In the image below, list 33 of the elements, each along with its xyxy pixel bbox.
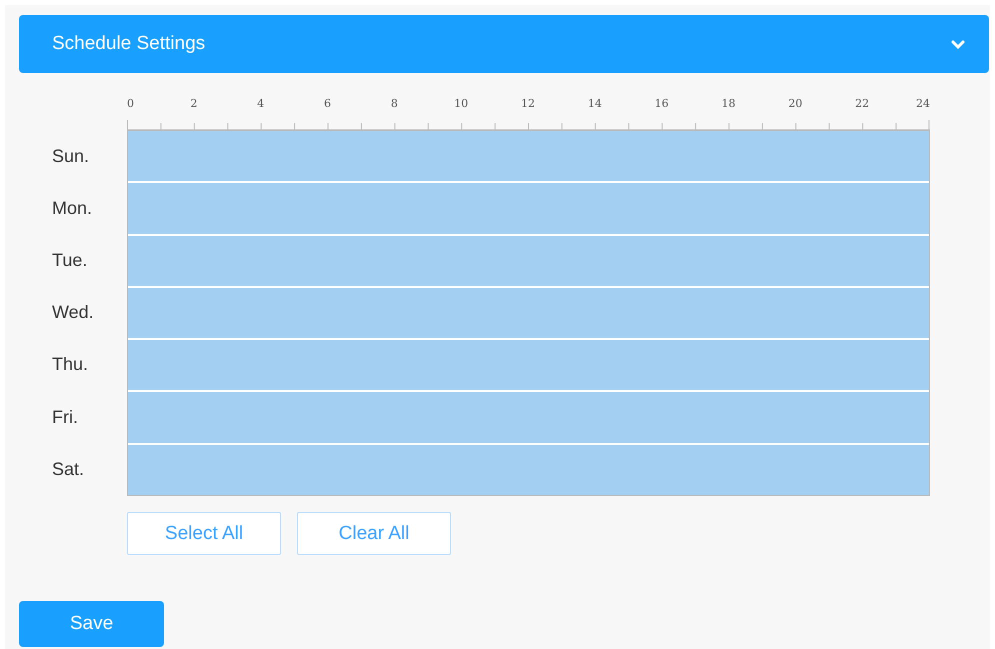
day-label: Mon. [51, 196, 94, 220]
section-header[interactable]: Schedule Settings [19, 15, 989, 73]
hour-label: 4 [257, 97, 264, 110]
day-label: Wed. [51, 301, 95, 324]
day-label: Fri. [51, 406, 79, 429]
schedule-bar[interactable] [128, 288, 929, 338]
save-button[interactable]: Save [19, 601, 164, 648]
hour-label: 2 [190, 97, 198, 110]
hour-label: 24 [916, 97, 930, 110]
hour-label: 20 [788, 97, 802, 110]
day-label: Tue. [51, 248, 88, 272]
schedule-bar[interactable] [128, 131, 929, 182]
schedule-bar[interactable] [128, 340, 929, 390]
schedule-bar[interactable] [128, 183, 929, 234]
hour-label: 12 [521, 97, 535, 110]
hour-label: 14 [588, 97, 602, 110]
hour-label: 6 [324, 97, 331, 110]
hour-label: 18 [722, 97, 736, 110]
day-label: Sat. [51, 458, 86, 481]
schedule-grid[interactable] [127, 130, 930, 496]
schedule-bar[interactable] [128, 236, 929, 286]
grid-button[interactable]: Clear All [297, 512, 451, 556]
grid-button[interactable]: Select All [127, 512, 281, 556]
hour-label: 10 [454, 97, 468, 110]
day-label: Thu. [51, 353, 90, 376]
schedule-bar[interactable] [128, 392, 929, 443]
day-label: Sun. [51, 144, 90, 168]
schedule-bar[interactable] [128, 444, 929, 496]
section-title: Schedule Settings [52, 33, 206, 55]
hour-label: 22 [855, 97, 870, 110]
hour-label: 16 [654, 97, 669, 110]
hour-label: 0 [127, 97, 134, 110]
hour-label: 8 [390, 97, 398, 110]
